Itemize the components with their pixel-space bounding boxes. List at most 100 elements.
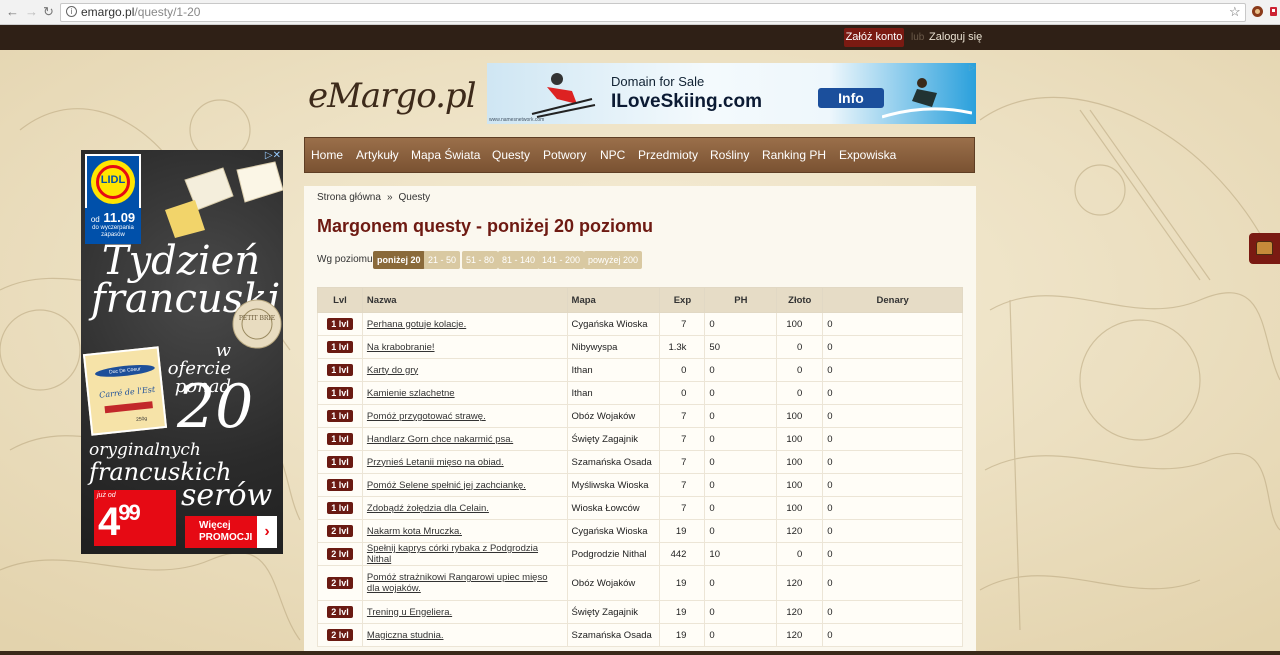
column-header[interactable]: Exp [659,287,706,313]
table-cell: Myśliwska Wioska [566,473,661,497]
quest-link[interactable]: Nakarm kota Mruczka. [367,526,462,537]
quest-ph: 0 [709,364,715,376]
address-bar[interactable]: emargo.pl/questy/1-20 [60,3,1246,22]
table-row: 1 lvl Pomóż przygotować strawę. Obóz Wojak… [317,404,963,428]
table-cell: Nakarm kota Mruczka. [361,519,568,543]
quest-map: Cygańska Wioska [571,318,648,330]
quest-link[interactable]: Pomóż przygotować strawę. [367,411,486,422]
cheese-illustration [165,161,283,238]
table-cell: Święty Zagajnik [566,427,661,451]
level-badge: 1 lvl [327,479,353,491]
register-button[interactable]: Załóż konto [844,28,904,47]
side-ad[interactable]: ▷✕ LIDL od 11.09 do wyczerpania zapasów … [81,150,283,554]
column-header[interactable]: Złoto [776,287,824,313]
site-info-icon[interactable]: i [66,6,77,17]
quest-link[interactable]: Na krabobranie! [367,342,435,353]
column-header[interactable]: Mapa [566,287,661,313]
content-panel: Strona główna » Questy Margonem questy - p… [304,186,976,655]
breadcrumb-separator: » [386,192,393,203]
quest-link[interactable]: Trening u Engeliera. [367,607,452,618]
quest-link[interactable]: Perhana gotuje kolacje. [367,319,466,330]
filter-141-200[interactable]: 141 - 200 [538,251,585,269]
nav-monsters[interactable]: Potwory [543,138,586,172]
site-logo[interactable]: eMargo.pl [308,76,477,116]
breadcrumb-current[interactable]: Questy [399,192,431,203]
quest-denary: 0 [827,318,833,330]
quest-map: Obóz Wojaków [571,410,636,422]
menu-icon[interactable] [1267,5,1280,18]
nav-quests[interactable]: Questy [492,138,530,172]
filter-21-50[interactable]: 21 - 50 [424,251,461,269]
table-cell: 1 lvl [317,358,363,382]
quest-link[interactable]: Karty do gry [367,365,418,376]
quest-link[interactable]: Zdobądź żołędzia dla Celain. [367,503,489,514]
quest-link[interactable]: Pomóż Selene spełnić jej zachciankę. [367,480,526,491]
table-cell: 19 [659,600,706,624]
table-row: 1 lvl Kamienie szlachetne Ithan 0 0 0 0 [317,381,963,405]
banner-footer: www.namesnetwork.com [489,117,545,123]
chest-icon [1256,241,1273,255]
quest-map: Obóz Wojaków [571,577,636,589]
filter-81-140[interactable]: 81 - 140 [498,251,540,269]
plate-illustration: PETIT BRIE [232,299,282,349]
back-icon[interactable]: ← [6,4,19,19]
level-badge: 1 lvl [327,341,353,353]
nav-world-map[interactable]: Mapa Świata [411,138,480,172]
table-cell: 120 [776,623,824,647]
forward-icon[interactable]: → [25,4,38,19]
quest-gold: 100 [786,410,803,422]
bookmark-star-icon[interactable]: ☆ [1229,4,1241,20]
table-cell: 0 [659,358,706,382]
quest-link[interactable]: Magiczna studnia. [367,630,444,641]
column-header[interactable]: Denary [822,287,963,313]
column-header[interactable]: PH [704,287,778,313]
adchoices-icon[interactable]: ▷ [969,63,975,72]
quest-link[interactable]: Kamienie szlachetne [367,388,455,399]
table-cell: 0 [704,381,778,405]
filter-below-20[interactable]: poniżej 20 [373,251,425,269]
nav-plants[interactable]: Rośliny [710,138,749,172]
column-header[interactable]: Lvl [317,287,363,313]
quest-denary: 0 [827,502,833,514]
breadcrumb-home[interactable]: Strona główna [317,192,381,203]
table-cell: 0 [822,358,963,382]
nav-npc[interactable]: NPC [600,138,625,172]
table-row: 1 lvl Karty do gry Ithan 0 0 0 0 [317,358,963,382]
table-cell: 0 [776,335,824,359]
nav-items[interactable]: Przedmioty [638,138,698,172]
quest-exp: 7 [681,479,687,491]
quest-gold: 120 [786,577,803,589]
chest-widget[interactable] [1249,233,1280,264]
quest-link[interactable]: Pomóż strażnikowi Rangarowi upiec mięso … [367,572,548,594]
nav-articles[interactable]: Artykuły [356,138,399,172]
quest-exp: 19 [675,606,687,618]
quest-exp: 7 [681,410,687,422]
banner-info-button[interactable]: Info [818,88,884,108]
filter-51-80[interactable]: 51 - 80 [462,251,499,269]
table-cell: Pomóż strażnikowi Rangarowi upiec mięso … [361,565,568,601]
quest-gold: 120 [786,525,803,537]
more-promotions-button[interactable]: Więcej PROMOCJI › [185,516,277,548]
quest-link[interactable]: Przynieś Letanii mięso na obiad. [367,457,504,468]
reload-icon[interactable]: ↻ [43,4,54,20]
level-badge: 1 lvl [327,410,353,422]
quest-link[interactable]: Spełnij kaprys córki rybaka z Podgrodzia… [367,543,538,565]
quest-link[interactable]: Handlarz Gorn chce nakarmić psa. [367,434,513,445]
quest-gold: 100 [786,456,803,468]
table-cell: 0 [822,427,963,451]
table-cell: 0 [822,450,963,474]
login-link[interactable]: Zaloguj się [929,31,982,43]
nav-home[interactable]: Home [311,138,343,172]
nav-exp-spots[interactable]: Expowiska [839,138,896,172]
quest-denary: 0 [827,410,833,422]
banner-ad[interactable]: Domain for Sale ILoveSkiing.com Info www… [487,63,976,124]
quest-exp: 7 [681,502,687,514]
table-cell: 2 lvl [317,600,363,624]
column-header[interactable]: Nazwa [361,287,568,313]
nav-ranking[interactable]: Ranking PH [762,138,826,172]
filter-above-200[interactable]: powyżej 200 [584,251,643,269]
level-badge: 2 lvl [327,577,353,589]
table-row: 1 lvl Perhana gotuje kolacje. Cygańska Wio… [317,312,963,336]
extension-icon[interactable] [1251,5,1264,18]
quest-map: Święty Zagajnik [571,433,639,445]
